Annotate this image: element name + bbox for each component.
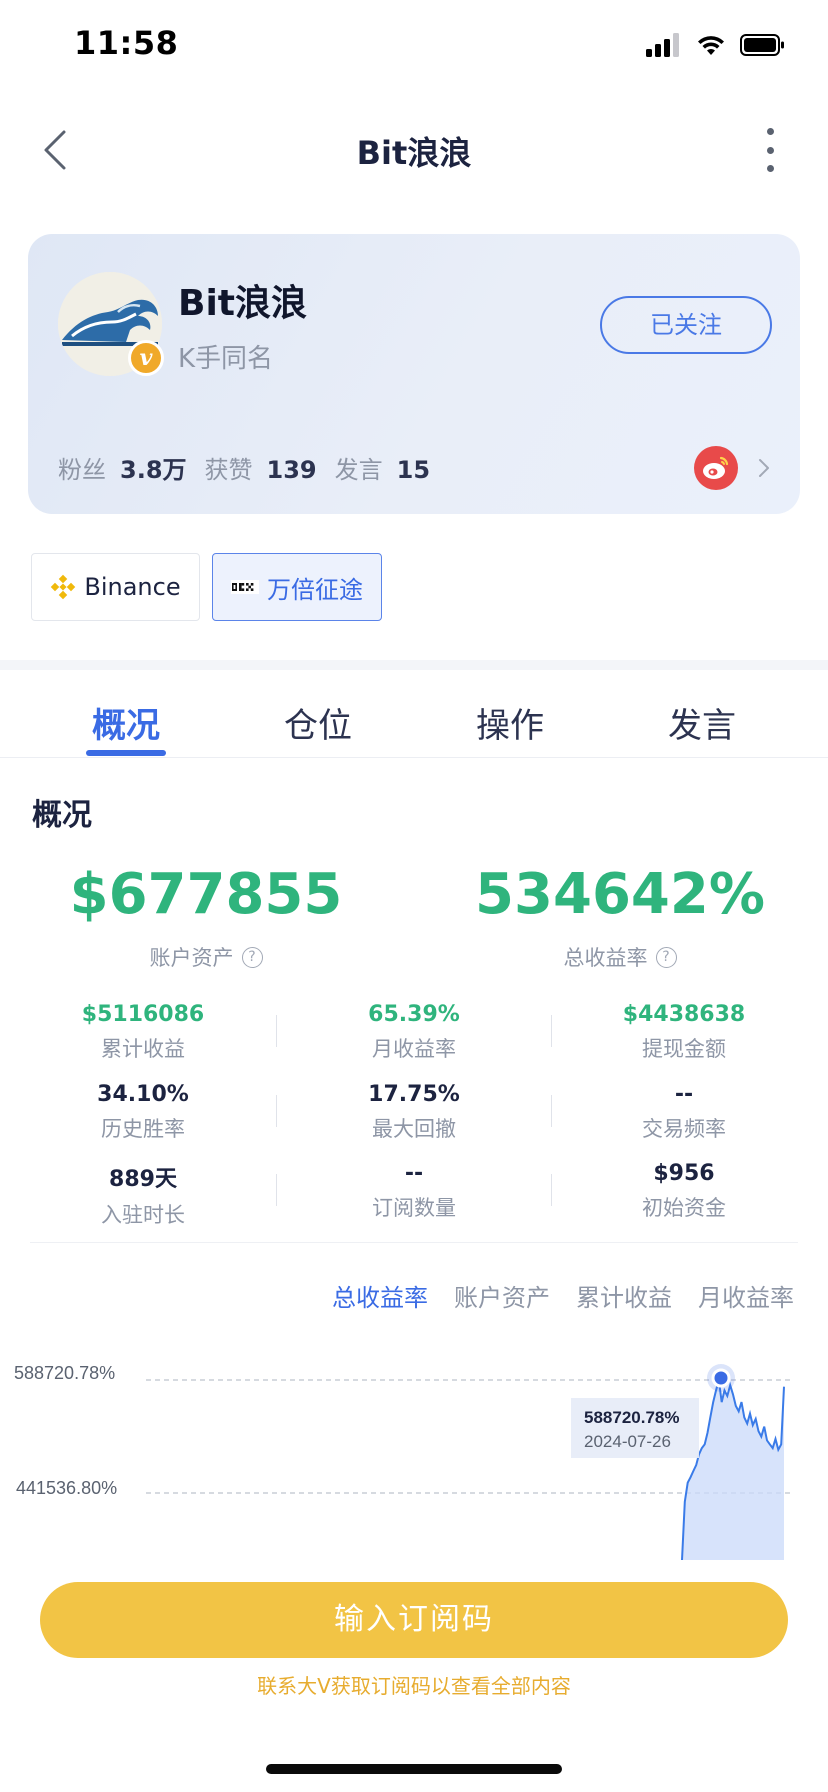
stat-label: 入驻时长 [101, 1203, 185, 1227]
more-icon[interactable] [764, 128, 776, 172]
chart-tab-monthly-return[interactable]: 月收益率 [698, 1278, 794, 1313]
total-return-label: 总收益率 [563, 946, 648, 970]
chart-tab-total-return[interactable]: 总收益率 [332, 1278, 428, 1313]
total-return-caption: 总收益率 ? [440, 942, 800, 972]
follow-button[interactable]: 已关注 [600, 296, 772, 354]
chart-tab-cumulative-profit[interactable]: 累计收益 [576, 1278, 672, 1313]
profile-subtitle: K手同名 [178, 344, 274, 374]
battery-icon [740, 34, 784, 56]
stat-value: 17.75% [368, 1082, 460, 1107]
stat-max-drawdown: 17.75% 最大回撤 [299, 1082, 529, 1143]
signal-icon [646, 33, 679, 57]
chart-highlight-point [711, 1368, 731, 1388]
exchange-tag-binance[interactable]: Binance [31, 553, 200, 621]
stat-label: 月收益率 [372, 1037, 456, 1061]
exchange-label-binance: Binance [84, 573, 181, 601]
exchange-tag-okx[interactable]: 万倍征途 [212, 553, 382, 621]
chart-tabs: 总收益率 账户资产 累计收益 月收益率 [332, 1278, 794, 1313]
stat-value: $956 [653, 1161, 715, 1186]
account-assets-value: $677855 [69, 862, 343, 927]
chart-tooltip: 588720.78% 2024-07-26 [571, 1398, 699, 1458]
subscribe-code-button[interactable]: 输入订阅码 [40, 1582, 788, 1658]
stat-value: $5116086 [81, 1002, 205, 1027]
tooltip-value: 588720.78% [584, 1408, 679, 1427]
account-assets-caption: 账户资产 ? [26, 942, 386, 972]
status-icons [646, 30, 786, 60]
help-icon[interactable]: ? [655, 946, 677, 968]
stat-tenure: 889天 入驻时长 [28, 1161, 258, 1229]
stat-monthly-return: 65.39% 月收益率 [299, 1002, 529, 1063]
tab-operations[interactable]: 操作 [450, 698, 570, 747]
profile-stats: 粉丝 3.8万 获赞 139 发言 15 [58, 450, 448, 485]
stat-withdrawal: $4438638 提现金额 [569, 1002, 799, 1063]
fans-label: 粉丝 [58, 456, 106, 484]
total-return-value: 534642% [475, 862, 765, 927]
stat-label: 最大回撤 [372, 1117, 456, 1141]
divider [551, 1015, 552, 1047]
page-title: Bit浪浪 [356, 134, 472, 172]
tooltip-date: 2024-07-26 [584, 1432, 671, 1451]
home-indicator [266, 1764, 562, 1774]
likes-value: 139 [266, 456, 317, 484]
stat-value: -- [404, 1161, 424, 1186]
divider [551, 1095, 552, 1127]
posts-label: 发言 [334, 456, 383, 484]
status-time: 11:58 [74, 24, 179, 62]
tab-bar: 概况 仓位 操作 发言 [0, 670, 828, 758]
binance-icon [51, 574, 76, 600]
y-tick-label: 588720.78% [14, 1363, 115, 1383]
chevron-right-icon[interactable] [756, 456, 772, 480]
stat-win-rate: 34.10% 历史胜率 [28, 1082, 258, 1143]
stat-label: 订阅数量 [372, 1196, 456, 1220]
stat-value: $4438638 [622, 1002, 746, 1027]
exchange-label-okx: 万倍征途 [267, 575, 363, 604]
stat-initial-capital: $956 初始资金 [569, 1161, 799, 1222]
posts-value: 15 [396, 456, 431, 484]
help-icon[interactable]: ? [241, 946, 263, 968]
profile-name: Bit浪浪 [178, 283, 307, 324]
okx-icon [231, 580, 259, 594]
stat-trade-frequency: -- 交易频率 [569, 1082, 799, 1143]
section-divider [0, 660, 828, 670]
divider [276, 1174, 277, 1206]
likes-label: 获赞 [204, 456, 253, 484]
divider [276, 1015, 277, 1047]
stat-label: 初始资金 [642, 1196, 726, 1220]
stat-subscriptions: -- 订阅数量 [299, 1161, 529, 1222]
profile-card: v Bit浪浪 K手同名 已关注 粉丝 3.8万 获赞 139 发言 15 [28, 234, 800, 514]
stat-value: 889天 [109, 1167, 177, 1192]
subscribe-hint: 联系大V获取订阅码以查看全部内容 [257, 1674, 571, 1698]
stat-label: 交易频率 [642, 1117, 726, 1141]
return-chart[interactable]: 588720.78% 441536.80% 588720.78% 2024-07… [0, 1340, 828, 1560]
y-tick-label: 441536.80% [16, 1478, 117, 1498]
chart-tab-account-assets[interactable]: 账户资产 [454, 1278, 550, 1313]
divider [276, 1095, 277, 1127]
tab-active-indicator [86, 750, 166, 756]
stat-cumulative-profit: $5116086 累计收益 [28, 1002, 258, 1063]
stat-label: 历史胜率 [101, 1117, 185, 1141]
divider [551, 1174, 552, 1206]
status-bar: 11:58 [0, 0, 828, 92]
stat-label: 累计收益 [101, 1037, 185, 1061]
divider [30, 1242, 798, 1243]
wifi-icon [698, 36, 724, 55]
stat-value: -- [674, 1082, 694, 1107]
stat-label: 提现金额 [642, 1037, 726, 1061]
account-assets-label: 账户资产 [149, 946, 234, 970]
stat-value: 34.10% [97, 1082, 189, 1107]
weibo-icon[interactable] [694, 446, 738, 490]
nav-bar: Bit浪浪 [0, 100, 828, 200]
section-title: 概况 [32, 798, 92, 833]
tab-posts[interactable]: 发言 [642, 698, 762, 747]
tab-overview[interactable]: 概况 [66, 698, 186, 747]
verified-badge-icon: v [128, 340, 164, 376]
tab-positions[interactable]: 仓位 [258, 698, 378, 747]
fans-value: 3.8万 [120, 456, 187, 484]
stat-value: 65.39% [368, 1002, 460, 1027]
